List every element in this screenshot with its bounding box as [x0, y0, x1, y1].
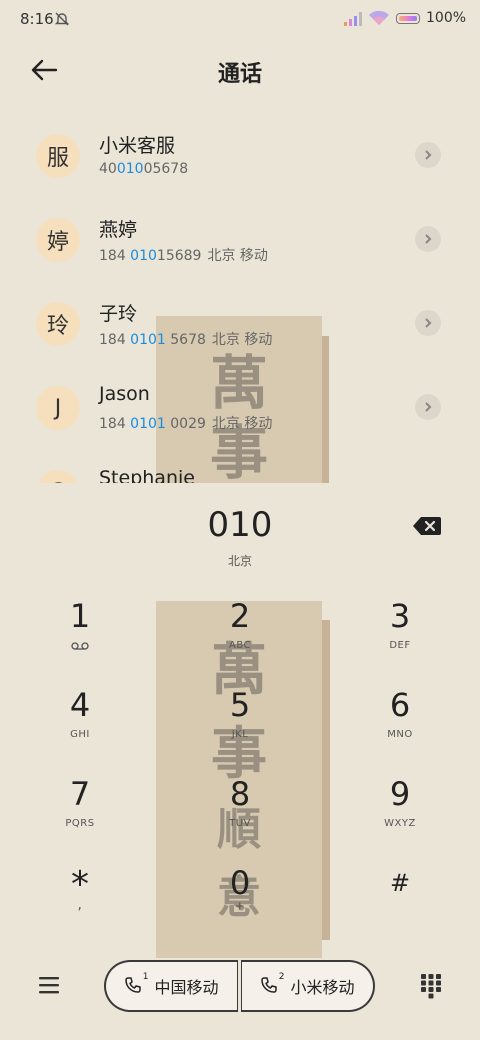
contact-number: 184 01015689 北京 移动: [99, 248, 268, 264]
contact-number: 184 0101 5678 北京 移动: [99, 332, 273, 348]
key-0[interactable]: 0 +: [180, 865, 300, 945]
key-7[interactable]: 7 PQRS: [20, 776, 140, 856]
menu-icon[interactable]: [37, 975, 61, 995]
app-header: 通话: [0, 45, 480, 95]
contact-name: Jason: [99, 383, 150, 405]
contact-row[interactable]: 婷 燕婷 184 01015689 北京 移动: [0, 204, 480, 288]
key-hash[interactable]: #: [340, 865, 460, 945]
contact-name: Stephanie: [99, 467, 195, 483]
avatar: J: [36, 386, 80, 430]
signal-icon: [344, 12, 362, 26]
chevron-right-icon: [425, 402, 432, 412]
contact-row[interactable]: 服 小米客服 4001005678: [0, 120, 480, 204]
contact-row[interactable]: J Jason 184 0101 0029 北京 移动: [0, 372, 480, 456]
key-3[interactable]: 3 DEF: [340, 598, 460, 678]
contact-row[interactable]: 玲 子玲 184 0101 5678 北京 移动: [0, 288, 480, 372]
key-4[interactable]: 4 GHI: [20, 687, 140, 767]
key-9[interactable]: 9 WXYZ: [340, 776, 460, 856]
wallpaper-art-shadow: [321, 620, 330, 940]
key-6[interactable]: 6 MNO: [340, 687, 460, 767]
battery-percent: 100%: [426, 10, 467, 26]
dialpad-icon[interactable]: [420, 973, 442, 999]
page-title: 通话: [217, 62, 262, 87]
key-5[interactable]: 5 JKL: [180, 687, 300, 767]
wifi-icon: [369, 11, 389, 25]
call-sim2-button[interactable]: 2 小米移动: [241, 960, 375, 1012]
dialed-location: 北京: [227, 554, 252, 568]
contact-detail-button[interactable]: [415, 394, 441, 420]
contact-suggestion-list: 服 小米客服 4001005678 婷 燕婷 184 01015689 北京 移动…: [0, 120, 480, 483]
contact-detail-button[interactable]: [415, 226, 441, 252]
contact-name: 燕婷: [99, 219, 138, 241]
call-sim1-button[interactable]: 1 中国移动: [104, 960, 238, 1012]
contact-name: 小米客服: [99, 135, 176, 157]
chevron-right-icon: [425, 150, 432, 160]
battery-icon: [396, 13, 420, 24]
contact-number: 4001005678: [99, 161, 189, 177]
chevron-right-icon: [425, 318, 432, 328]
key-star[interactable]: *,: [20, 865, 140, 945]
avatar: 玲: [36, 302, 80, 346]
chevron-right-icon: [425, 234, 432, 244]
status-time: 8:16: [20, 10, 54, 28]
bell-muted-icon: [54, 12, 70, 26]
voicemail-icon: [71, 642, 89, 650]
backspace-icon[interactable]: [412, 515, 442, 537]
key-8[interactable]: 8 TUV: [180, 776, 300, 856]
contact-detail-button[interactable]: [415, 142, 441, 168]
contact-row[interactable]: S Stephanie: [0, 456, 480, 483]
contact-detail-button[interactable]: [415, 310, 441, 336]
avatar: S: [36, 470, 80, 483]
status-bar: 8:16 100%: [0, 0, 480, 40]
sim-label: 小米移动: [290, 978, 355, 997]
sim-slot-number: 2: [278, 972, 285, 982]
avatar: 婷: [36, 218, 80, 262]
dialed-number: 010: [207, 505, 273, 545]
key-2[interactable]: 2 ABC: [180, 598, 300, 678]
sim-slot-number: 1: [142, 972, 149, 982]
contact-number: 184 0101 0029 北京 移动: [99, 416, 273, 432]
sim-label: 中国移动: [154, 978, 219, 997]
phone-icon: 2: [260, 972, 284, 996]
phone-icon: 1: [124, 972, 148, 996]
contact-name: 子玲: [99, 303, 138, 325]
avatar: 服: [36, 134, 80, 178]
key-1[interactable]: 1: [20, 598, 140, 678]
